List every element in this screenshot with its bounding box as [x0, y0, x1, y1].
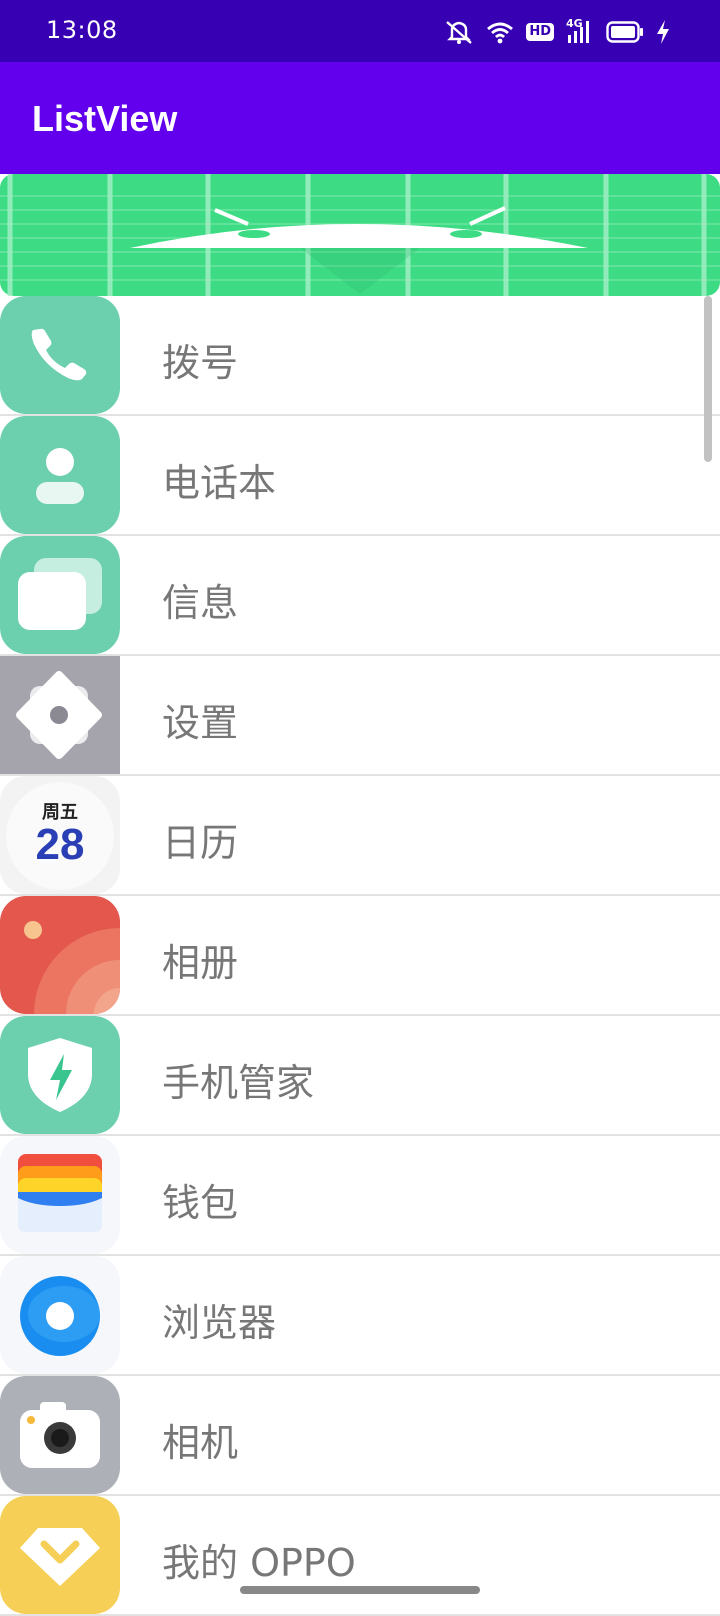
list-item-label: 电话本	[162, 461, 277, 505]
list-item-label: 我的 OPPO	[162, 1541, 356, 1585]
list-item-contacts[interactable]: 电话本	[0, 416, 720, 536]
list-item-label: 相册	[162, 941, 239, 985]
camera-icon	[0, 1376, 120, 1494]
list-item-my-oppo[interactable]: 我的 OPPO	[0, 1496, 720, 1616]
battery-icon	[606, 21, 644, 43]
android-banner-image	[0, 174, 720, 296]
app-list[interactable]: 拨号 电话本 信息 设置 周五 28 日历 相册 手机管家 钱包 浏览器 相机 …	[0, 296, 720, 1616]
list-item-label: 日历	[162, 821, 239, 865]
list-item-settings[interactable]: 设置	[0, 656, 720, 776]
browser-icon	[0, 1256, 120, 1374]
list-item-wallet[interactable]: 钱包	[0, 1136, 720, 1256]
phone-manager-icon	[0, 1016, 120, 1134]
list-item-label: 浏览器	[162, 1301, 277, 1345]
app-title: ListView	[32, 98, 178, 139]
list-item-label: 信息	[162, 581, 239, 625]
wifi-icon	[486, 20, 514, 44]
list-item-camera[interactable]: 相机	[0, 1376, 720, 1496]
settings-icon	[0, 656, 120, 774]
list-item-label: 手机管家	[162, 1061, 315, 1105]
list-item-label: 相机	[162, 1421, 239, 1465]
calendar-day: 28	[35, 820, 85, 869]
home-indicator[interactable]	[240, 1586, 480, 1594]
list-item-messages[interactable]: 信息	[0, 536, 720, 656]
scrollbar[interactable]	[704, 296, 712, 462]
list-item-gallery[interactable]: 相册	[0, 896, 720, 1016]
my-oppo-icon	[0, 1496, 120, 1614]
hd-icon: HD	[526, 23, 554, 41]
phone-icon	[0, 296, 120, 414]
list-item-phone-manager[interactable]: 手机管家	[0, 1016, 720, 1136]
status-time: 13:08	[46, 16, 118, 44]
mute-icon	[444, 19, 474, 45]
list-item-browser[interactable]: 浏览器	[0, 1256, 720, 1376]
list-item-dialer[interactable]: 拨号	[0, 296, 720, 416]
status-bar: 13:08 HD 4G	[0, 0, 720, 62]
charging-icon	[656, 20, 670, 44]
list-item-label: 设置	[162, 701, 239, 745]
messages-icon	[0, 536, 120, 654]
wallet-icon	[0, 1136, 120, 1254]
list-item-calendar[interactable]: 周五 28 日历	[0, 776, 720, 896]
contacts-icon	[0, 416, 120, 534]
list-item-label: 钱包	[162, 1181, 239, 1225]
app-bar: ListView	[0, 62, 720, 174]
gallery-icon	[0, 896, 120, 1014]
calendar-icon: 周五 28	[0, 776, 120, 894]
status-icons: HD 4G	[444, 16, 670, 48]
4g-signal-icon: 4G	[566, 17, 594, 45]
list-item-label: 拨号	[162, 341, 239, 385]
